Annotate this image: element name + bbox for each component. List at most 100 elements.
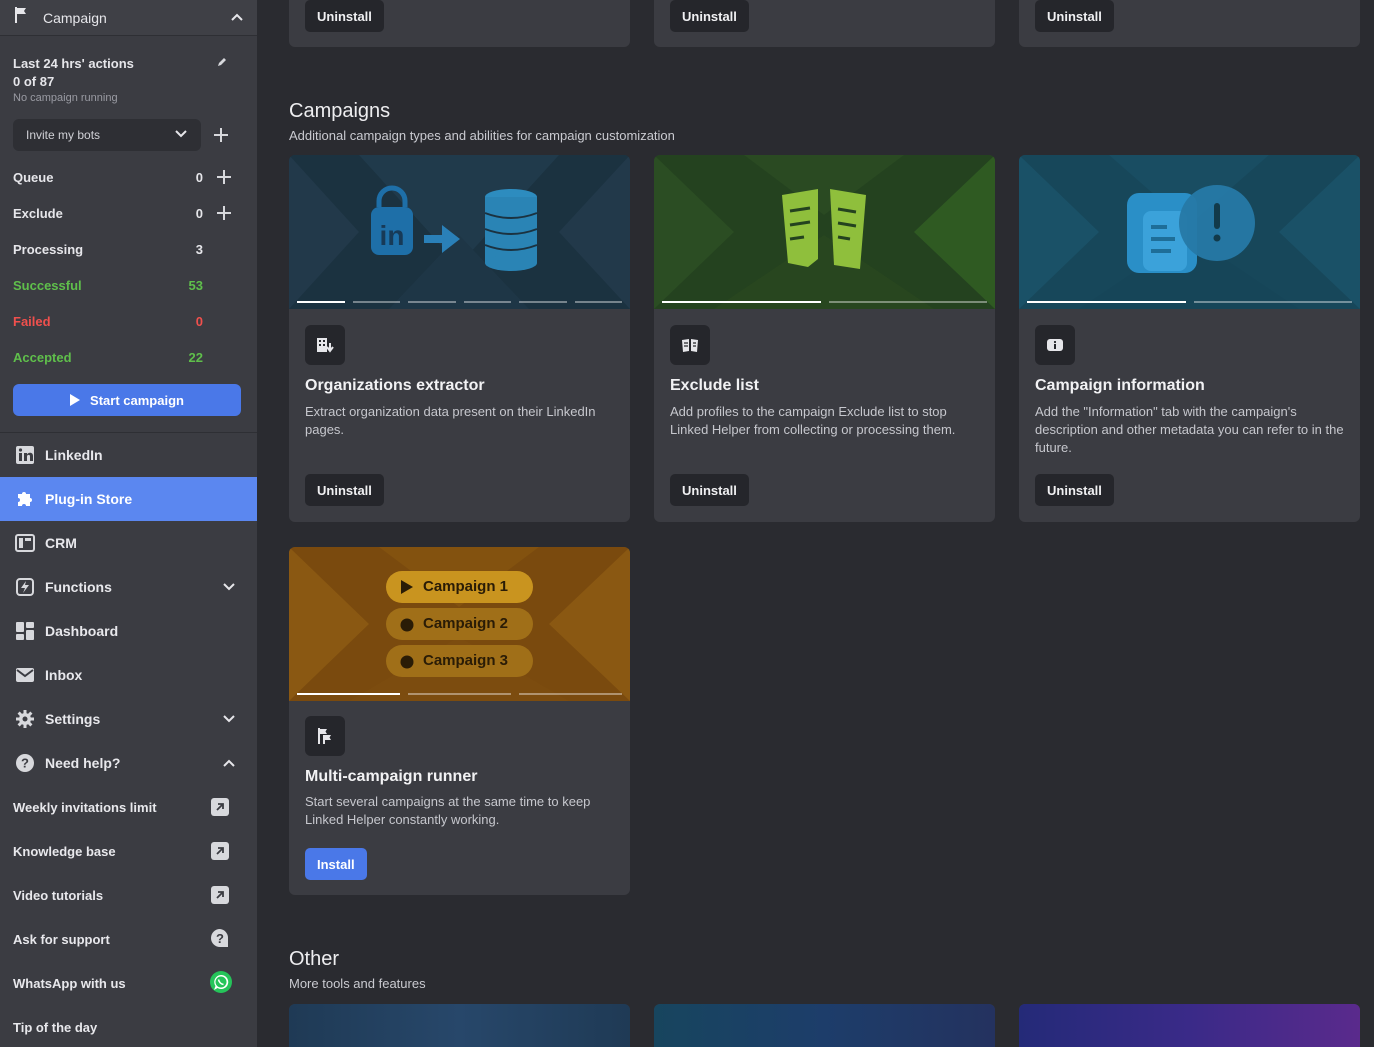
multi-flag-icon [305, 716, 345, 756]
uninstall-button[interactable]: Uninstall [1035, 0, 1114, 32]
chat-question-icon: ? [209, 927, 231, 952]
plugin-card [289, 1004, 630, 1047]
building-download-icon [305, 325, 345, 365]
section-title: Campaigns [289, 100, 391, 122]
nav-dashboard-label: Dashboard [45, 623, 119, 639]
mail-icon [13, 663, 37, 687]
plugin-hero-image[interactable]: Campaign 1 Campaign 2 Campaign 3 [289, 547, 630, 701]
processing-count: 3 [195, 241, 203, 257]
question-icon: ? [13, 751, 37, 775]
exclude-count: 0 [195, 205, 203, 221]
nav-functions[interactable]: Functions [0, 565, 257, 609]
queue-row[interactable]: Queue 0 [13, 159, 244, 195]
nav-crm[interactable]: CRM [0, 521, 257, 565]
help-label: Weekly invitations limit [13, 799, 157, 815]
plugin-description: Add profiles to the campaign Exclude lis… [670, 404, 956, 437]
plugin-title: Exclude list [670, 377, 759, 394]
help-tip-of-the-day[interactable]: Tip of the day [0, 1005, 257, 1047]
uninstall-button[interactable]: Uninstall [305, 474, 384, 506]
nav-settings-label: Settings [45, 711, 101, 727]
help-whatsapp[interactable]: WhatsApp with us [0, 961, 257, 1005]
whatsapp-icon [209, 970, 233, 997]
help-label: Ask for support [13, 931, 110, 947]
uninstall-button[interactable]: Uninstall [670, 474, 749, 506]
plugin-hero-image[interactable] [654, 1004, 995, 1047]
external-link-icon [211, 886, 229, 904]
chevron-down-icon[interactable] [214, 582, 244, 592]
stats-title: Last 24 hrs' actions [13, 56, 134, 71]
failed-row[interactable]: Failed 0 [13, 303, 244, 339]
install-button[interactable]: Install [305, 848, 367, 880]
nav-plugin-store[interactable]: Plug-in Store [0, 477, 257, 521]
help-video-tutorials[interactable]: Video tutorials [0, 873, 257, 917]
nav-inbox[interactable]: Inbox [0, 653, 257, 697]
external-link-icon [211, 798, 229, 816]
plugin-hero-image[interactable] [1019, 155, 1360, 309]
nav-functions-label: Functions [45, 579, 112, 595]
nav-settings[interactable]: Settings [0, 697, 257, 741]
dashboard-icon [13, 619, 37, 643]
nav-linkedin-label: LinkedIn [45, 447, 103, 463]
campaign-header[interactable]: Campaign [0, 0, 257, 36]
plugin-hero-image[interactable] [289, 1004, 630, 1047]
uninstall-button[interactable]: Uninstall [670, 0, 749, 32]
section-title: Other [289, 948, 340, 970]
plugin-card: Uninstall [654, 0, 995, 47]
help-weekly-invitations-limit[interactable]: Weekly invitations limit [0, 785, 257, 829]
campaign-select-value: Invite my bots [26, 128, 101, 142]
add-queue-button[interactable] [203, 169, 244, 185]
hero-campaign-label: Campaign 3 [423, 652, 509, 669]
plugin-hero-image[interactable]: in [289, 155, 630, 309]
plugin-hero-image[interactable] [1019, 1004, 1360, 1047]
campaign-select[interactable]: Invite my bots [13, 119, 201, 151]
help-label: Tip of the day [13, 1019, 98, 1035]
plugin-card-multi-campaign-runner: Campaign 1 Campaign 2 Campaign 3 Multi-c… [289, 547, 630, 895]
edit-icon[interactable] [216, 56, 228, 71]
uninstall-button[interactable]: Uninstall [1035, 474, 1114, 506]
section-subtitle: More tools and features [289, 976, 426, 991]
plugin-store-main: Uninstall Uninstall Uninstall Campaigns … [257, 0, 1374, 1047]
svg-text:in: in [380, 220, 405, 251]
accepted-row[interactable]: Accepted 22 [13, 339, 244, 375]
section-subtitle: Additional campaign types and abilities … [289, 128, 675, 143]
chevron-up-icon[interactable] [230, 9, 244, 27]
uninstall-button[interactable]: Uninstall [305, 0, 384, 32]
plugin-description: Add the "Information" tab with the campa… [1035, 404, 1344, 455]
processing-row[interactable]: Processing 3 [13, 231, 244, 267]
plugin-hero-image[interactable] [654, 155, 995, 309]
campaign-status: No campaign running [13, 92, 118, 104]
plugin-card: Uninstall [289, 0, 630, 47]
add-campaign-button[interactable] [201, 127, 241, 143]
chevron-up-icon[interactable] [214, 758, 244, 768]
chevron-down-icon[interactable] [214, 714, 244, 724]
help-ask-for-support[interactable]: Ask for support ? [0, 917, 257, 961]
add-exclude-button[interactable] [203, 205, 244, 221]
nav-plugin-store-label: Plug-in Store [45, 491, 133, 507]
failed-count: 0 [195, 313, 203, 329]
external-link-icon [211, 842, 229, 860]
processing-label: Processing [13, 241, 84, 257]
exclude-row[interactable]: Exclude 0 [13, 195, 244, 231]
plugin-card-organizations-extractor: in Organizations extractor Extract organ… [289, 155, 630, 522]
plugin-title: Organizations extractor [305, 377, 485, 394]
accepted-label: Accepted [13, 349, 72, 365]
plugin-card-campaign-information: Campaign information Add the "Informatio… [1019, 155, 1360, 522]
plugin-title: Multi-campaign runner [305, 768, 478, 785]
accepted-count: 22 [188, 349, 203, 365]
nav-need-help[interactable]: ? Need help? [0, 741, 257, 785]
nav-linkedin[interactable]: LinkedIn [0, 433, 257, 477]
successful-row[interactable]: Successful 53 [13, 267, 244, 303]
nav-dashboard[interactable]: Dashboard [0, 609, 257, 653]
start-campaign-button[interactable]: Start campaign [13, 384, 241, 416]
svg-text:?: ? [216, 931, 224, 946]
successful-count: 53 [188, 277, 203, 293]
help-knowledge-base[interactable]: Knowledge base [0, 829, 257, 873]
queue-label: Queue [13, 169, 54, 185]
hero-campaign-label: Campaign 1 [423, 578, 509, 595]
info-icon [1035, 325, 1075, 365]
plugin-title: Campaign information [1035, 377, 1205, 394]
nav-need-help-label: Need help? [45, 755, 121, 771]
stats-count: 0 of 87 [13, 74, 55, 89]
plugin-card [1019, 1004, 1360, 1047]
successful-label: Successful [13, 277, 82, 293]
